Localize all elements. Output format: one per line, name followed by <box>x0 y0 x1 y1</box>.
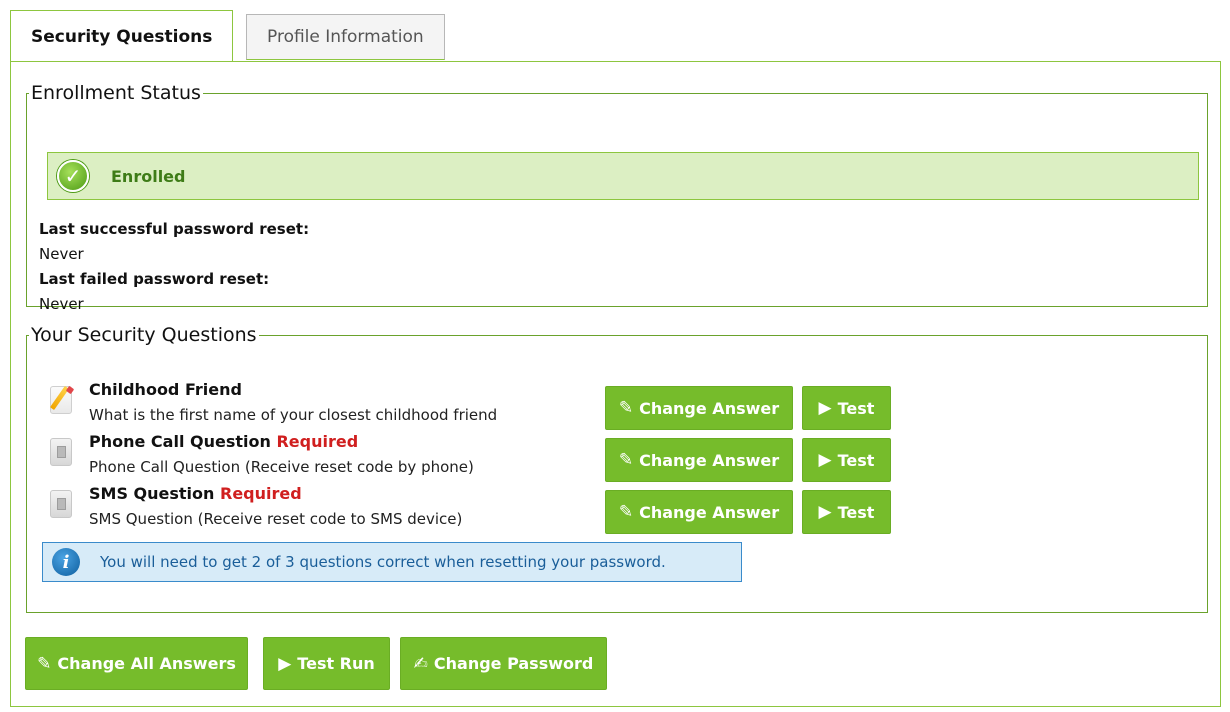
last-failed-value: Never <box>39 295 84 313</box>
pencil-icon: ✎ <box>37 653 52 674</box>
change-answer-button[interactable]: ✎ Change Answer <box>605 490 793 534</box>
edit-icon: ✍ <box>413 653 428 674</box>
change-password-button[interactable]: ✍ Change Password <box>400 637 607 690</box>
change-answer-button[interactable]: ✎ Change Answer <box>605 386 793 430</box>
info-notice: i You will need to get 2 of 3 questions … <box>42 542 742 582</box>
tab-profile-information[interactable]: Profile Information <box>246 14 445 60</box>
enrolled-status-text: Enrolled <box>111 166 186 186</box>
question-description: SMS Question (Receive reset code to SMS … <box>89 510 463 528</box>
question-row-childhood-friend: Childhood Friend What is the first name … <box>47 378 607 428</box>
enrollment-status-section: Enrollment Status ✓ Enrolled Last succes… <box>26 82 1208 313</box>
tab-security-questions[interactable]: Security Questions <box>10 10 234 62</box>
tab-panel: Enrollment Status ✓ Enrolled Last succes… <box>10 61 1221 707</box>
test-button[interactable]: ▶ Test <box>802 386 891 430</box>
question-title: Phone Call Question Required <box>89 432 359 451</box>
question-title: SMS Question Required <box>89 484 302 503</box>
security-questions-section: Your Security Questions Childhood Friend… <box>26 324 1208 613</box>
change-answer-button[interactable]: ✎ Change Answer <box>605 438 793 482</box>
security-questions-legend: Your Security Questions <box>31 324 257 346</box>
phone-icon <box>50 438 72 466</box>
test-button[interactable]: ▶ Test <box>802 438 891 482</box>
question-row-phone-call: Phone Call Question Required Phone Call … <box>47 430 607 480</box>
question-row-sms: SMS Question Required SMS Question (Rece… <box>47 482 607 532</box>
pencil-icon: ✎ <box>618 502 634 522</box>
play-icon: ▶ <box>278 653 292 674</box>
info-icon: i <box>52 548 80 576</box>
last-failed-label: Last failed password reset: <box>39 270 270 288</box>
enrollment-status-legend: Enrollment Status <box>31 82 201 104</box>
note-pencil-icon <box>49 385 75 414</box>
pencil-icon: ✎ <box>618 450 634 470</box>
enrolled-status-banner: ✓ Enrolled <box>47 152 1199 200</box>
info-notice-text: You will need to get 2 of 3 questions co… <box>100 553 666 571</box>
test-run-button[interactable]: ▶ Test Run <box>263 637 390 690</box>
play-icon: ▶ <box>818 450 832 470</box>
play-icon: ▶ <box>818 502 832 522</box>
required-badge: Required <box>220 484 302 503</box>
checkmark-icon: ✓ <box>57 160 89 192</box>
last-success-value: Never <box>39 245 84 263</box>
question-title: Childhood Friend <box>89 380 242 399</box>
question-description: What is the first name of your closest c… <box>89 406 498 424</box>
play-icon: ▶ <box>818 398 832 418</box>
last-success-label: Last successful password reset: <box>39 220 310 238</box>
question-description: Phone Call Question (Receive reset code … <box>89 458 474 476</box>
required-badge: Required <box>276 432 359 451</box>
phone-icon <box>50 490 72 518</box>
pencil-icon: ✎ <box>618 398 634 418</box>
change-all-answers-button[interactable]: ✎ Change All Answers <box>25 637 248 690</box>
test-button[interactable]: ▶ Test <box>802 490 891 534</box>
reset-history: Last successful password reset: Never La… <box>39 217 309 317</box>
